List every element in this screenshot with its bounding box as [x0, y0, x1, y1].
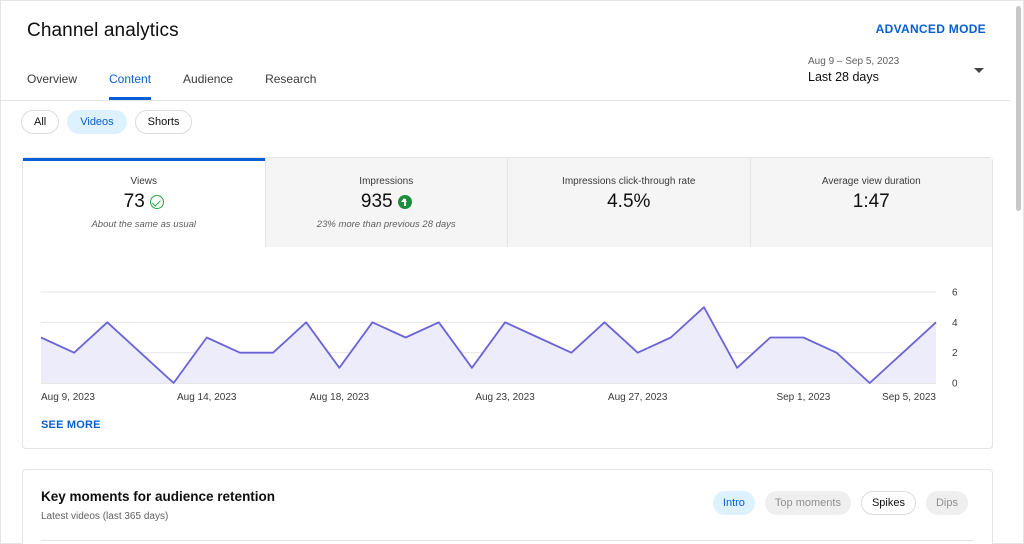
metric-value: 935: [361, 191, 412, 213]
metric-value-text: 935: [360, 191, 393, 212]
chip-intro[interactable]: Intro: [712, 491, 755, 515]
x-tick-label: Aug 14, 2023: [177, 392, 237, 403]
metric-label: Impressions: [359, 176, 414, 187]
tab-audience[interactable]: Audience: [183, 72, 233, 100]
date-range-dates: Aug 9 – Sep 5, 2023: [808, 56, 900, 67]
metric-note: About the same as usual: [91, 219, 197, 230]
filter-chip-all[interactable]: All: [21, 110, 60, 134]
tab-bar: Overview Content Audience Research: [27, 72, 348, 100]
page-title: Channel analytics: [27, 20, 179, 41]
x-tick-label: Aug 27, 2023: [608, 392, 668, 403]
tab-content[interactable]: Content: [109, 72, 152, 100]
y-tick-label: 0: [952, 379, 958, 390]
x-tick-label: Aug 9, 2023: [41, 392, 95, 403]
caret-down-icon[interactable]: [974, 68, 984, 73]
filter-chip-shorts[interactable]: Shorts: [134, 110, 193, 134]
date-range-selector[interactable]: Aug 9 – Sep 5, 2023 Last 28 days: [808, 56, 988, 84]
y-tick-label: 6: [952, 288, 958, 299]
metric-tab-views[interactable]: Views 73 About the same as usual: [23, 158, 265, 247]
key-moments-card: Key moments for audience retention Lates…: [22, 469, 993, 544]
metric-note: 23% more than previous 28 days: [316, 219, 456, 230]
metric-tab-impressions[interactable]: Impressions 935 23% more than previous 2…: [264, 158, 507, 247]
advanced-mode-button[interactable]: ADVANCED MODE: [876, 22, 986, 36]
y-tick-label: 2: [952, 348, 958, 359]
metric-tab-avg-view-duration[interactable]: Average view duration 1:47: [749, 158, 992, 247]
metric-label: Impressions click-through rate: [562, 176, 696, 187]
chip-top-moments[interactable]: Top moments: [764, 491, 851, 515]
arrow-up-circle-icon: [397, 195, 412, 209]
key-moments-subtitle: Latest videos (last 365 days): [41, 511, 169, 522]
metric-tabs: Views 73 About the same as usual Impress…: [23, 158, 992, 247]
tab-overview[interactable]: Overview: [27, 72, 77, 100]
check-circle-icon: [149, 195, 164, 209]
x-tick-label: Aug 23, 2023: [475, 392, 535, 403]
metric-value-text: 73: [123, 191, 145, 212]
date-range-period: Last 28 days: [808, 70, 879, 84]
key-moments-chips: Intro Top moments Spikes Dips: [712, 491, 968, 515]
chip-spikes[interactable]: Spikes: [860, 491, 916, 515]
metric-label: Average view duration: [821, 176, 921, 187]
tab-research[interactable]: Research: [265, 72, 316, 100]
filter-chip-videos[interactable]: Videos: [67, 110, 127, 134]
key-moments-divider: [41, 540, 974, 541]
metric-tab-ctr[interactable]: Impressions click-through rate 4.5%: [507, 158, 750, 247]
views-chart[interactable]: 0 2 4 6 Aug 9, 2023 Aug 14, 2023 Aug 18, 2023 A…: [23, 278, 992, 408]
key-moments-title: Key moments for audience retention: [41, 489, 276, 504]
metric-value: 73: [124, 191, 164, 213]
x-tick-label: Aug 18, 2023: [310, 392, 370, 403]
metric-value-text: 1:47: [852, 191, 890, 212]
metric-value: 1:47: [853, 191, 890, 213]
content-type-filters: All Videos Shorts: [21, 110, 193, 134]
x-tick-label: Sep 1, 2023: [776, 392, 830, 403]
page-scrollbar[interactable]: [1016, 6, 1021, 211]
metric-value: 4.5%: [607, 191, 650, 213]
see-more-button[interactable]: SEE MORE: [41, 419, 101, 431]
chip-dips[interactable]: Dips: [925, 491, 968, 515]
x-tick-label: Sep 5, 2023: [882, 392, 936, 403]
metric-value-text: 4.5%: [607, 191, 651, 212]
header-divider: [0, 100, 1010, 101]
metrics-card: Views 73 About the same as usual Impress…: [22, 157, 993, 449]
y-tick-label: 4: [952, 318, 958, 329]
metric-label: Views: [130, 176, 158, 187]
